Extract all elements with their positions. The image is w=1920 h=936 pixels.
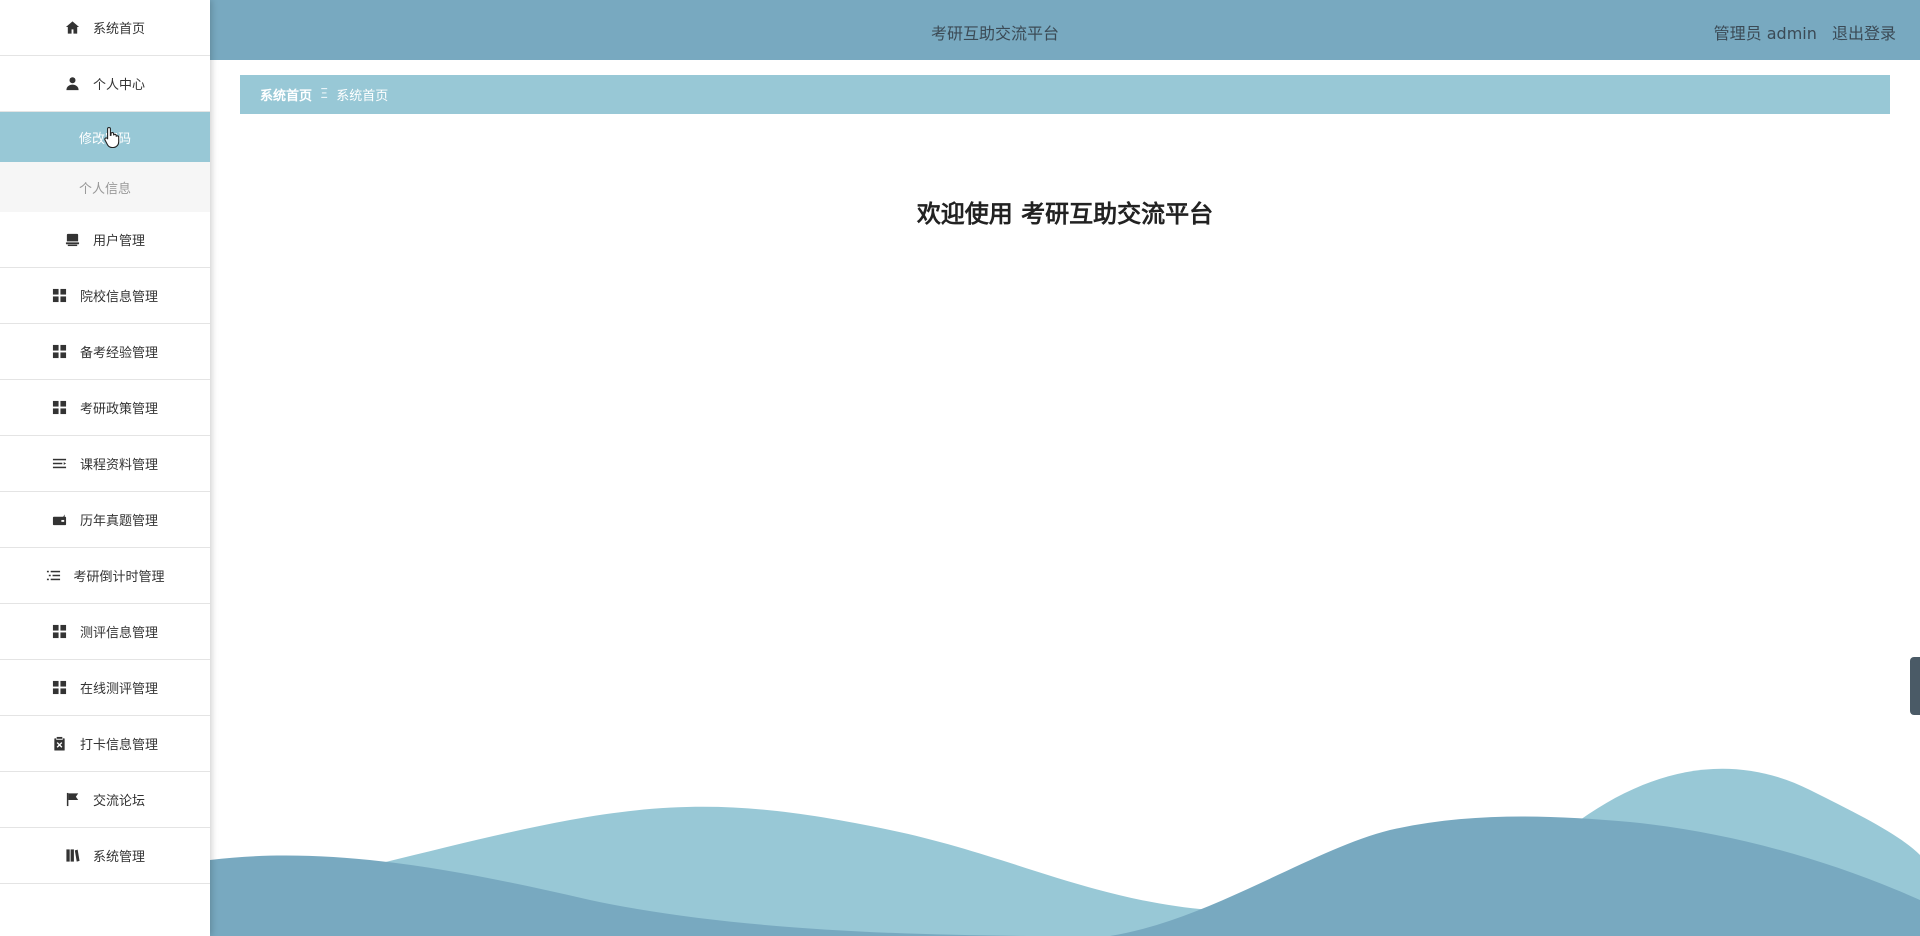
sidebar-subitem-label: 个人信息	[78, 181, 131, 197]
sidebar-item-label: 考研政策管理	[79, 402, 158, 417]
breadcrumb: 系统首页 Ξ 系统首页	[240, 75, 1890, 114]
user-icon	[65, 76, 81, 92]
sidebar-item-label: 系统管理	[92, 850, 145, 865]
sidebar-item-label: 系统首页	[92, 22, 145, 37]
sidebar-item-policy[interactable]: 考研政策管理	[0, 380, 210, 436]
breadcrumb-current: 系统首页	[336, 89, 389, 104]
sidebar-item-home[interactable]: 系统首页	[0, 0, 210, 56]
home-icon	[65, 20, 81, 36]
sidebar-item-personal-center[interactable]: 个人中心	[0, 56, 210, 112]
clipboard-icon	[52, 736, 68, 752]
grid-icon	[52, 400, 68, 416]
sidebar-item-label: 测评信息管理	[79, 626, 158, 641]
list-icon	[52, 456, 68, 472]
grid-icon	[52, 288, 68, 304]
sidebar-item-label: 个人中心	[92, 78, 145, 93]
grid-icon	[52, 680, 68, 696]
sidebar-item-label: 备考经验管理	[79, 346, 158, 361]
sidebar-subitem-personal-info[interactable]: 个人信息	[0, 162, 210, 212]
sidebar-item-checkin[interactable]: 打卡信息管理	[0, 716, 210, 772]
sidebar-item-past-exams[interactable]: 历年真题管理	[0, 492, 210, 548]
sidebar-item-countdown[interactable]: 考研倒计时管理	[0, 548, 210, 604]
wallet-icon	[52, 512, 68, 528]
sidebar-item-system[interactable]: 系统管理	[0, 828, 210, 884]
sidebar-item-label: 考研倒计时管理	[73, 570, 165, 585]
grid-icon	[52, 624, 68, 640]
user-label: 管理员 admin	[1713, 24, 1817, 43]
list-icon	[45, 568, 61, 584]
side-panel-handle[interactable]	[1910, 657, 1920, 715]
breadcrumb-home-link[interactable]: 系统首页	[260, 85, 312, 104]
breadcrumb-separator: Ξ	[320, 87, 329, 102]
sidebar-item-label: 打卡信息管理	[79, 738, 158, 753]
logout-button[interactable]: 退出登录	[1832, 24, 1896, 43]
sidebar-item-users[interactable]: 用户管理	[0, 212, 210, 268]
top-header: 考研互助交流平台 管理员 admin 退出登录	[210, 0, 1920, 60]
sidebar-item-label: 交流论坛	[92, 794, 145, 809]
app-title: 考研互助交流平台	[930, 24, 1059, 43]
grid-icon	[52, 344, 68, 360]
sidebar-item-forum[interactable]: 交流论坛	[0, 772, 210, 828]
page: 系统首页 个人中心 修改密码 个人信息 用户管理 院校信息管理 备考经验管理 考…	[0, 0, 1920, 936]
decorative-waves	[210, 768, 1920, 936]
sidebar-item-label: 历年真题管理	[79, 514, 158, 529]
sidebar-item-assessment-info[interactable]: 测评信息管理	[0, 604, 210, 660]
sidebar-item-course-materials[interactable]: 课程资料管理	[0, 436, 210, 492]
sidebar-item-experience[interactable]: 备考经验管理	[0, 324, 210, 380]
sidebar-item-label: 在线测评管理	[79, 682, 158, 697]
sidebar-item-label: 院校信息管理	[79, 290, 158, 305]
sidebar-item-label: 用户管理	[92, 234, 145, 249]
sidebar: 系统首页 个人中心 修改密码 个人信息 用户管理 院校信息管理 备考经验管理 考…	[0, 0, 210, 936]
sidebar-item-label: 课程资料管理	[79, 458, 158, 473]
sidebar-item-online-assessment[interactable]: 在线测评管理	[0, 660, 210, 716]
flag-icon	[65, 792, 81, 808]
users-icon	[65, 232, 81, 248]
hand-cursor-icon	[104, 126, 120, 148]
user-area: 管理员 admin 退出登录	[1714, 20, 1896, 44]
sidebar-item-schools[interactable]: 院校信息管理	[0, 268, 210, 324]
book-icon	[65, 848, 81, 864]
sidebar-subitem-change-password[interactable]: 修改密码	[0, 112, 210, 162]
welcome-heading: 欢迎使用 考研互助交流平台	[916, 200, 1214, 228]
